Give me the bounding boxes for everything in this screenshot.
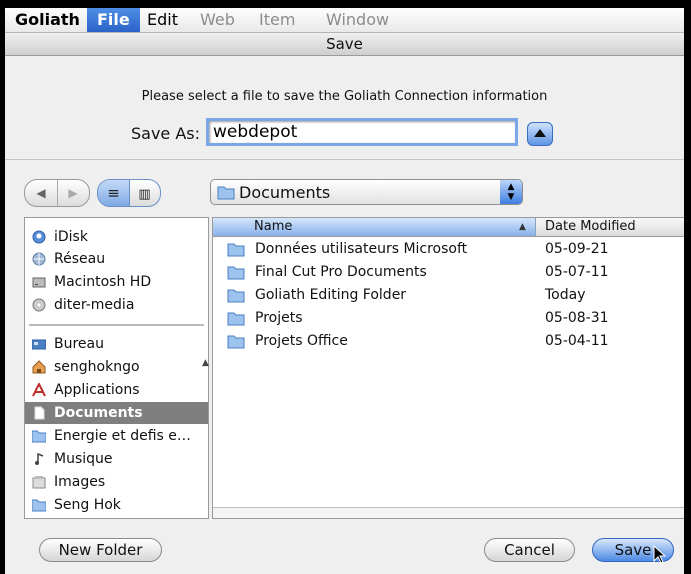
new-folder-button[interactable]: New Folder	[39, 538, 162, 562]
column-header-date[interactable]: Date Modified	[536, 218, 684, 236]
applications-icon	[32, 383, 46, 397]
collapse-dialog-button[interactable]	[527, 122, 553, 146]
sidebar-item-musique[interactable]: Musique	[25, 448, 208, 470]
view-mode-group: ≡ ▥	[97, 179, 161, 207]
columns-icon: ▥	[138, 187, 151, 202]
divider	[5, 159, 684, 160]
file-date: 05-09-21	[545, 241, 609, 257]
folder-icon	[227, 289, 245, 303]
disk-icon	[32, 298, 46, 312]
sidebar-item-seng-hok[interactable]: Seng Hok	[25, 494, 208, 516]
sidebar-item-macintosh-hd[interactable]: Macintosh HD	[25, 271, 208, 293]
column-header-label: Name	[254, 219, 293, 234]
network-icon	[32, 252, 46, 266]
split-handle-icon[interactable]: ▲	[202, 358, 209, 368]
sidebar-item-images[interactable]: Images	[25, 471, 208, 493]
menu-file[interactable]: File	[87, 8, 140, 32]
sidebar-item-energie[interactable]: Energie et defis e…	[25, 425, 208, 447]
file-name: Projets Office	[255, 333, 348, 349]
triangle-up-icon	[534, 129, 546, 137]
dialog-prompt: Please select a file to save the Goliath…	[141, 89, 548, 104]
desktop-icon	[32, 339, 46, 350]
back-forward-group: ◀ ▶	[24, 179, 90, 207]
file-name: Projets	[255, 310, 303, 326]
location-popup[interactable]: Documents ▲ ▼	[210, 179, 523, 205]
save-as-input[interactable]: webdepot	[206, 118, 518, 146]
folder-icon	[227, 335, 245, 349]
sidebar-item-label: Energie et defis e…	[54, 428, 191, 444]
file-name: Goliath Editing Folder	[255, 287, 407, 303]
sidebar-item-idisk[interactable]: iDisk	[25, 226, 208, 248]
hard-drive-icon	[32, 277, 46, 288]
column-header-label: Date Modified	[545, 219, 636, 234]
sidebar-item-applications[interactable]: Applications	[25, 379, 208, 401]
sidebar-item-label: Macintosh HD	[54, 274, 152, 290]
menu-app-goliath[interactable]: Goliath	[5, 8, 90, 32]
documents-icon	[34, 406, 45, 420]
menu-item[interactable]: Item	[249, 8, 305, 32]
location-label: Documents	[239, 183, 331, 202]
folder-icon	[227, 266, 245, 280]
sidebar-item-label: senghokngo	[54, 359, 140, 375]
table-row[interactable]: Goliath Editing Folder Today	[213, 284, 684, 307]
sidebar-item-label: Documents	[54, 405, 143, 421]
file-date: 05-08-31	[545, 310, 609, 326]
images-icon	[32, 476, 46, 489]
folder-icon	[227, 243, 245, 257]
table-row[interactable]: Données utilisateurs Microsoft 05-09-21	[213, 238, 684, 261]
sidebar-item-label: Musique	[54, 451, 113, 467]
dialog-title: Save	[5, 33, 684, 56]
popup-arrows-icon: ▲ ▼	[500, 180, 522, 204]
folder-icon	[32, 430, 46, 443]
sidebar-item-senghokngo[interactable]: senghokngo	[25, 356, 208, 378]
table-row[interactable]: Projets Office 05-04-11	[213, 330, 684, 353]
sidebar-item-label: diter-media	[54, 297, 135, 313]
home-icon	[32, 360, 46, 374]
sidebar-item-documents[interactable]: Documents	[25, 402, 208, 424]
sidebar-divider	[29, 324, 204, 326]
list-view-button[interactable]: ≡	[98, 180, 130, 206]
file-list: Name ▲ Date Modified Données utilisateur…	[212, 217, 684, 519]
cursor-icon	[653, 545, 667, 564]
list-icon: ≡	[107, 184, 120, 202]
sidebar-item-label: Réseau	[54, 251, 106, 267]
sidebar-item-reseau[interactable]: Réseau	[25, 248, 208, 270]
back-button[interactable]: ◀	[25, 180, 58, 206]
sidebar-item-label: Applications	[54, 382, 140, 398]
header-divider	[213, 236, 684, 237]
save-dialog-window: Goliath File Edit Web Item Window Save P…	[5, 8, 684, 574]
forward-button[interactable]: ▶	[57, 180, 89, 206]
file-date: 05-07-11	[545, 264, 609, 280]
column-header-name[interactable]: Name ▲	[213, 218, 536, 236]
file-date: Today	[545, 287, 586, 303]
horizontal-scrollbar[interactable]	[213, 507, 684, 518]
sidebar-item-label: Bureau	[54, 336, 104, 352]
column-view-button[interactable]: ▥	[129, 180, 160, 206]
sidebar-item-diter-media[interactable]: diter-media	[25, 294, 208, 316]
sidebar-item-bureau[interactable]: Bureau	[25, 333, 208, 355]
table-row[interactable]: Final Cut Pro Documents 05-07-11	[213, 261, 684, 284]
sidebar: iDisk Réseau Macintosh HD diter-media Bu…	[24, 217, 209, 519]
sidebar-item-label: iDisk	[54, 229, 88, 245]
folder-icon	[217, 186, 235, 200]
music-icon	[35, 452, 44, 465]
file-name: Données utilisateurs Microsoft	[255, 241, 468, 257]
folder-icon	[227, 312, 245, 326]
cancel-button[interactable]: Cancel	[484, 538, 575, 562]
idisk-icon	[32, 230, 46, 244]
menu-bar: Goliath File Edit Web Item Window	[5, 8, 684, 33]
file-name: Final Cut Pro Documents	[255, 264, 427, 280]
menu-window[interactable]: Window	[316, 8, 399, 32]
table-row[interactable]: Projets 05-08-31	[213, 307, 684, 330]
menu-edit[interactable]: Edit	[137, 8, 188, 32]
sidebar-item-label: Images	[54, 474, 106, 490]
save-as-label: Save As:	[131, 124, 201, 143]
folder-icon	[32, 499, 46, 512]
file-date: 05-04-11	[545, 333, 609, 349]
sort-ascending-icon: ▲	[519, 222, 526, 232]
sidebar-item-label: Seng Hok	[54, 497, 121, 513]
menu-web[interactable]: Web	[190, 8, 245, 32]
